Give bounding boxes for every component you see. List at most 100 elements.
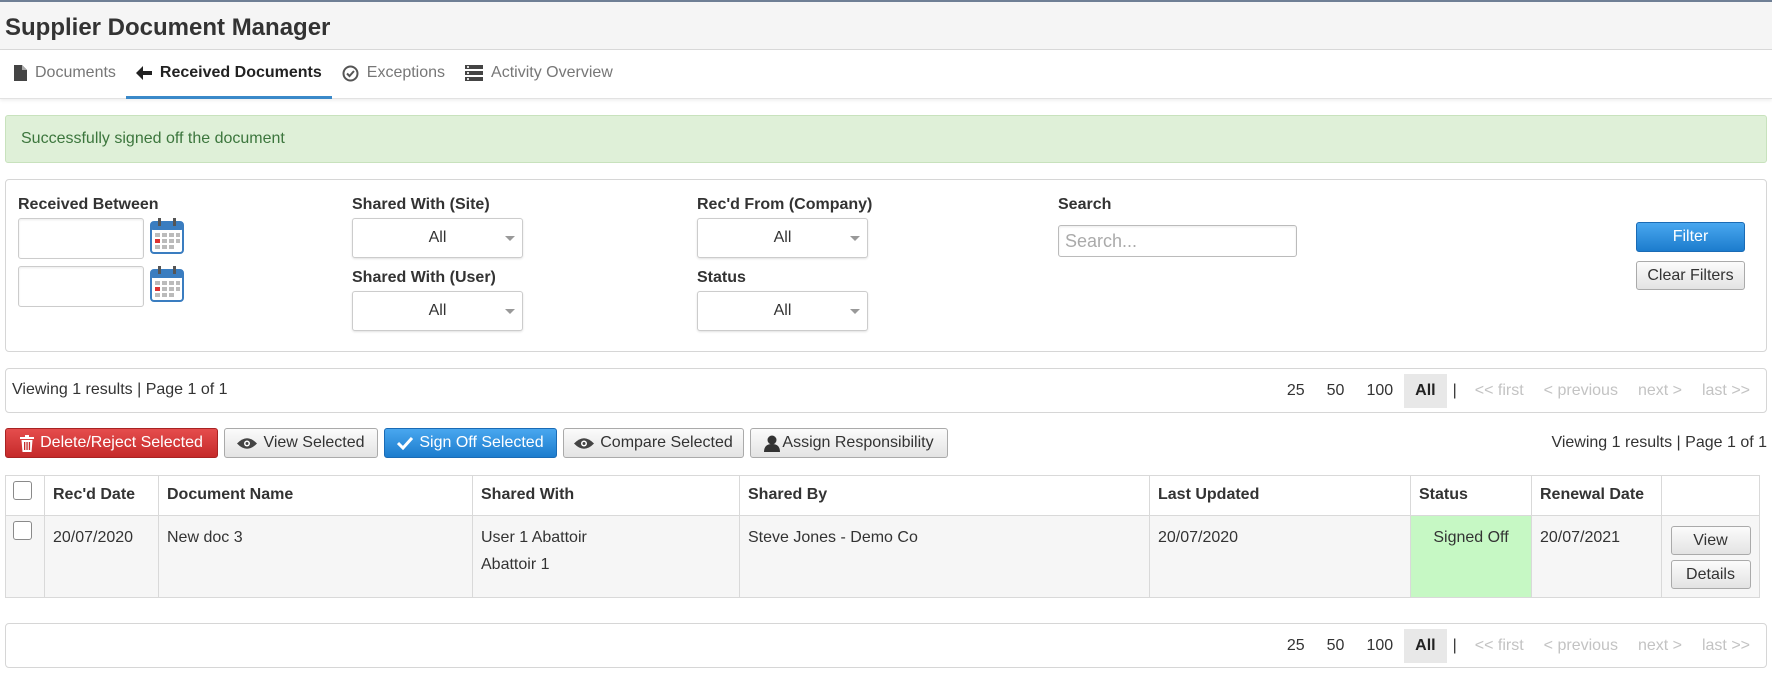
- pager: 25 50 100 All | << first < previous next…: [1276, 374, 1760, 408]
- pagination-bar-bottom: 25 50 100 All | << first < previous next…: [5, 623, 1767, 668]
- page-size-50[interactable]: 50: [1316, 374, 1356, 408]
- tab-bar: Documents Received Documents Exceptions …: [0, 50, 1772, 99]
- chevron-down-icon: [850, 309, 860, 314]
- status-label: Status: [697, 269, 746, 286]
- shared-with-user: User 1 Abattoir: [481, 529, 587, 546]
- results-info: Viewing 1 results | Page 1 of 1: [1551, 434, 1767, 451]
- trash-icon: [20, 434, 35, 452]
- user-icon: [764, 435, 781, 452]
- pagination-bar-top: Viewing 1 results | Page 1 of 1 25 50 10…: [5, 368, 1767, 413]
- page-size-all[interactable]: All: [1404, 374, 1447, 408]
- tab-label: Documents: [35, 64, 116, 81]
- company-select[interactable]: All: [697, 218, 868, 258]
- last-page-link[interactable]: last >>: [1692, 382, 1760, 400]
- chevron-down-icon: [850, 236, 860, 241]
- table-row: 20/07/2020 New doc 3 User 1 Abattoir Aba…: [5, 515, 1760, 598]
- documents-table: Rec'd Date Document Name Shared With Sha…: [5, 475, 1760, 598]
- recd-date-cell: 20/07/2020: [44, 515, 159, 598]
- checkmark-icon: [397, 436, 414, 450]
- first-page-link[interactable]: << first: [1465, 382, 1534, 400]
- column-header[interactable]: Status: [1410, 475, 1532, 516]
- select-all-checkbox[interactable]: [13, 481, 32, 500]
- previous-page-link[interactable]: < previous: [1534, 637, 1628, 655]
- page-size-all[interactable]: All: [1404, 629, 1447, 663]
- column-header[interactable]: Rec'd Date: [44, 475, 159, 516]
- bulk-actions-bar: Delete/Reject Selected View Selected Sig…: [5, 428, 1767, 460]
- app-header: Supplier Document Manager: [0, 2, 1772, 50]
- clear-filters-button[interactable]: Clear Filters: [1636, 261, 1745, 290]
- success-alert: Successfully signed off the document: [5, 115, 1767, 163]
- shared-site-select[interactable]: All: [352, 218, 523, 258]
- page-title: Supplier Document Manager: [5, 14, 331, 41]
- shared-user-select[interactable]: All: [352, 291, 523, 331]
- button-label: Compare Selected: [600, 434, 733, 451]
- page-size-100[interactable]: 100: [1355, 629, 1404, 663]
- tab-label: Activity Overview: [491, 64, 613, 81]
- renewal-date-cell: 20/07/2021: [1531, 515, 1662, 598]
- row-actions-cell: View Details: [1661, 515, 1760, 598]
- tab-activity-overview[interactable]: Activity Overview: [455, 50, 623, 99]
- shared-site-label: Shared With (Site): [352, 196, 490, 213]
- last-updated-cell: 20/07/2020: [1149, 515, 1411, 598]
- button-label: View Selected: [263, 434, 365, 451]
- tab-documents[interactable]: Documents: [4, 50, 126, 99]
- shared-site-value: All: [428, 229, 447, 246]
- company-value: All: [773, 229, 792, 246]
- status-badge: Signed Off: [1410, 515, 1532, 598]
- shared-user-label: Shared With (User): [352, 269, 496, 286]
- details-button[interactable]: Details: [1670, 560, 1751, 589]
- compare-selected-button[interactable]: Compare Selected: [563, 428, 744, 458]
- row-checkbox[interactable]: [13, 521, 32, 540]
- results-info: Viewing 1 results | Page 1 of 1: [12, 381, 228, 398]
- search-label: Search: [1058, 196, 1112, 213]
- view-button[interactable]: View: [1670, 526, 1751, 555]
- actions-column-header: [1661, 475, 1760, 516]
- received-to-date-input[interactable]: [18, 266, 144, 307]
- delete-reject-button[interactable]: Delete/Reject Selected: [5, 428, 218, 458]
- received-from-date-input[interactable]: [18, 218, 144, 259]
- page-size-25[interactable]: 25: [1276, 629, 1316, 663]
- page-size-100[interactable]: 100: [1355, 374, 1404, 408]
- arrow-left-icon: [135, 66, 152, 80]
- chevron-down-icon: [505, 309, 515, 314]
- column-header[interactable]: Shared With: [472, 475, 740, 516]
- filter-button[interactable]: Filter: [1636, 222, 1745, 252]
- pager-separator: |: [1452, 382, 1457, 399]
- shared-user-value: All: [428, 302, 447, 319]
- page-size-50[interactable]: 50: [1316, 629, 1356, 663]
- page-size-25[interactable]: 25: [1276, 374, 1316, 408]
- shared-with-cell: User 1 Abattoir Abattoir 1: [472, 515, 740, 598]
- filter-panel: Received Between Shared With (Site) All …: [5, 179, 1767, 352]
- shared-with-site: Abattoir 1: [481, 556, 550, 573]
- eye-icon: [574, 437, 595, 449]
- column-header[interactable]: Shared By: [739, 475, 1150, 516]
- previous-page-link[interactable]: < previous: [1534, 382, 1628, 400]
- tab-label: Received Documents: [159, 64, 322, 81]
- check-circle-icon: [342, 65, 359, 81]
- assign-responsibility-button[interactable]: Assign Responsibility: [750, 428, 948, 458]
- row-select-cell: [5, 515, 45, 598]
- column-header[interactable]: Last Updated: [1149, 475, 1411, 516]
- tab-received-documents[interactable]: Received Documents: [125, 50, 332, 99]
- next-page-link[interactable]: next >: [1628, 637, 1692, 655]
- search-input[interactable]: [1058, 225, 1297, 257]
- first-page-link[interactable]: << first: [1465, 637, 1534, 655]
- shared-by-cell: Steve Jones - Demo Co: [739, 515, 1150, 598]
- column-header[interactable]: Document Name: [158, 475, 473, 516]
- document-name-cell: New doc 3: [158, 515, 473, 598]
- calendar-icon[interactable]: [150, 218, 184, 254]
- select-all-cell: [5, 475, 45, 516]
- view-selected-button[interactable]: View Selected: [224, 428, 378, 458]
- column-header[interactable]: Renewal Date: [1531, 475, 1662, 516]
- company-label: Rec'd From (Company): [697, 196, 873, 213]
- table-header-row: Rec'd Date Document Name Shared With Sha…: [5, 475, 1760, 516]
- tab-exceptions[interactable]: Exceptions: [332, 50, 455, 99]
- calendar-icon[interactable]: [150, 266, 184, 302]
- last-page-link[interactable]: last >>: [1692, 637, 1760, 655]
- status-select[interactable]: All: [697, 291, 868, 331]
- next-page-link[interactable]: next >: [1628, 382, 1692, 400]
- button-label: Sign Off Selected: [419, 434, 544, 451]
- pager-separator: |: [1452, 637, 1457, 654]
- status-value: All: [773, 302, 792, 319]
- sign-off-selected-button[interactable]: Sign Off Selected: [384, 428, 557, 458]
